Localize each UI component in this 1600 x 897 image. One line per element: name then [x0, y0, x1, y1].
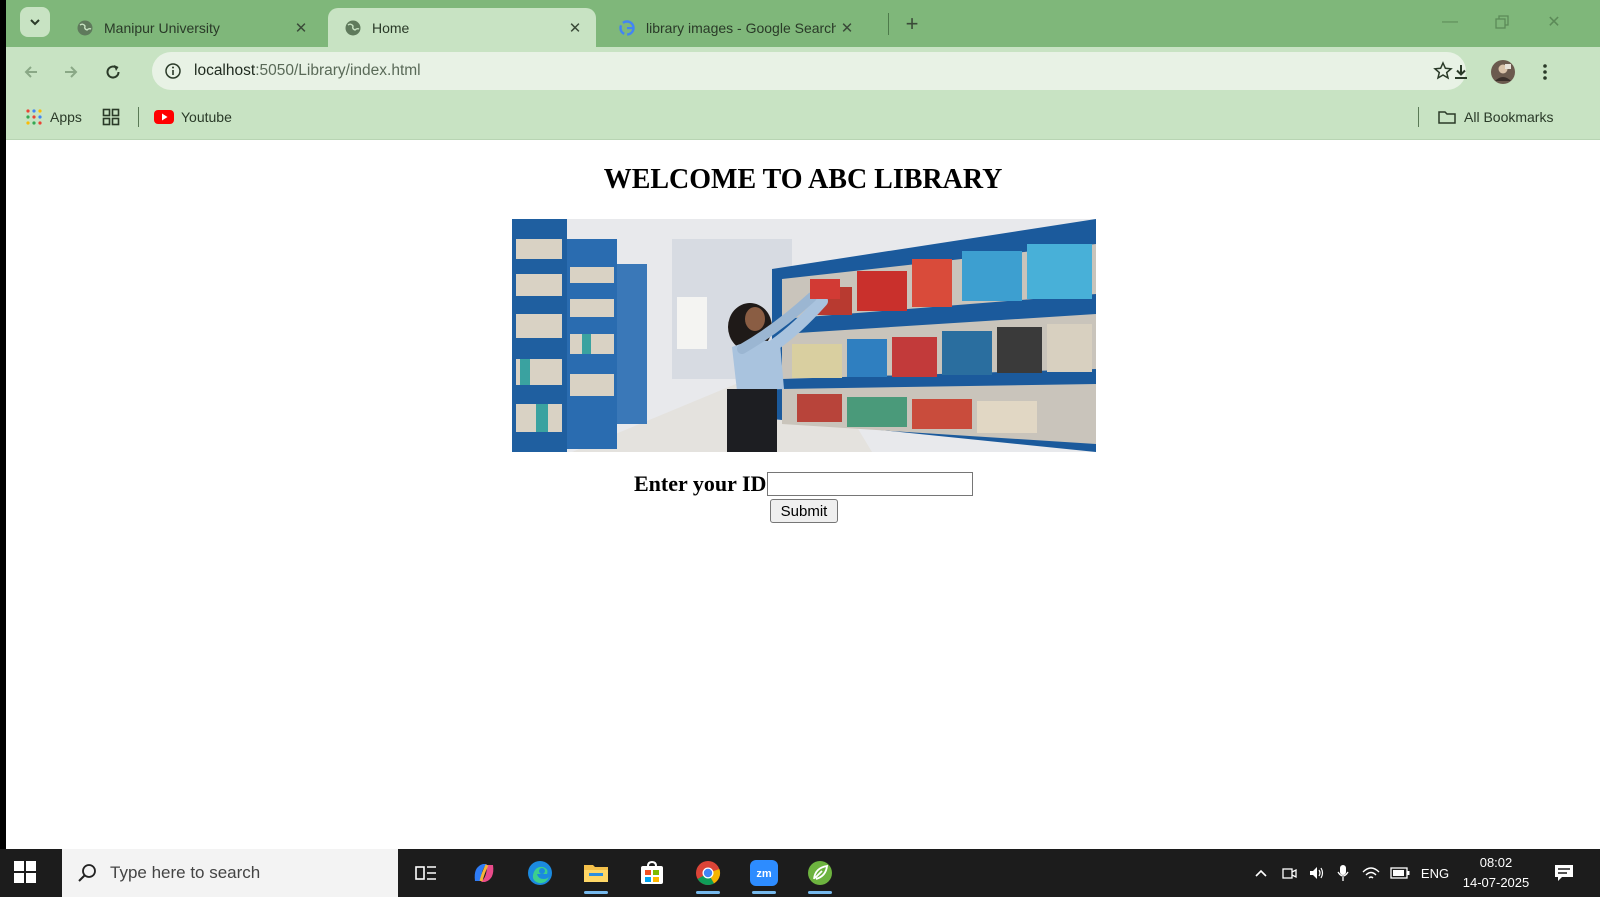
- clock[interactable]: 08:02 14-07-2025: [1455, 853, 1537, 893]
- store-icon[interactable]: [634, 856, 670, 890]
- library-photo: [512, 219, 1096, 452]
- close-tab-icon[interactable]: ✕: [564, 17, 586, 39]
- microphone-icon[interactable]: [1334, 863, 1352, 883]
- taskbar-search-box[interactable]: Type here to search: [62, 849, 398, 897]
- google-g-icon: [618, 19, 636, 37]
- url-host: localhost: [194, 62, 256, 79]
- new-tab-button[interactable]: +: [898, 10, 926, 38]
- taskbar: Type here to search zm ENG 08:02 14-07-2…: [0, 849, 1600, 897]
- notifications-icon[interactable]: [1550, 863, 1578, 883]
- tab-bar: Manipur University ✕ Home ✕ library imag…: [6, 0, 1600, 47]
- tab-manipur-university[interactable]: Manipur University ✕: [60, 8, 322, 47]
- back-icon[interactable]: [16, 57, 46, 87]
- globe-icon: [76, 19, 94, 37]
- reload-icon[interactable]: [98, 57, 128, 87]
- search-icon: [76, 862, 98, 884]
- language-indicator[interactable]: ENG: [1418, 863, 1452, 883]
- page-title: WELCOME TO ABC LIBRARY: [603, 164, 1003, 195]
- forward-icon[interactable]: [56, 57, 86, 87]
- id-input[interactable]: [767, 472, 974, 496]
- menu-kebab-icon[interactable]: [1530, 57, 1560, 87]
- tab-title: Home: [372, 19, 410, 36]
- tab-google-search[interactable]: library images - Google Search ✕: [602, 8, 868, 47]
- url-path: :5050/Library/index.html: [255, 62, 421, 79]
- globe-icon: [344, 19, 362, 37]
- running-indicator: [696, 891, 720, 894]
- running-indicator: [752, 891, 776, 894]
- screen: Manipur University ✕ Home ✕ library imag…: [0, 0, 1600, 897]
- tab-home[interactable]: Home ✕: [328, 8, 596, 47]
- show-hidden-icons-chevron-icon[interactable]: [1252, 863, 1270, 883]
- tab-divider: [888, 13, 889, 35]
- all-bookmarks-label: All Bookmarks: [1464, 109, 1554, 125]
- tab-title: Manipur University: [104, 19, 220, 36]
- svg-text:zm: zm: [756, 868, 772, 880]
- url-text: localhost:5050/Library/index.html: [194, 62, 421, 80]
- folder-icon: [1438, 111, 1456, 124]
- search-placeholder: Type here to search: [110, 863, 261, 882]
- edge-icon[interactable]: [522, 856, 558, 890]
- close-window-icon[interactable]: ✕: [1536, 8, 1572, 36]
- chrome-icon[interactable]: [690, 856, 726, 894]
- bookmark-divider: [138, 107, 139, 127]
- running-indicator: [584, 891, 608, 894]
- all-bookmarks-button[interactable]: All Bookmarks: [1438, 106, 1553, 128]
- chevron-down-icon: [30, 19, 40, 26]
- bookmarks-bar: Apps Youtube All Bookmarks: [6, 95, 1600, 140]
- browser-toolbar: localhost:5050/Library/index.html: [6, 47, 1600, 95]
- bookmark-youtube[interactable]: Youtube: [154, 106, 232, 128]
- page-viewport: WELCOME TO ABC LIBRARY Enter your ID Sub…: [6, 140, 1600, 849]
- wifi-icon[interactable]: [1360, 863, 1382, 883]
- zoom-icon[interactable]: zm: [746, 856, 782, 894]
- tab-title: library images - Google Search: [646, 19, 836, 36]
- submit-button[interactable]: Submit: [770, 499, 838, 523]
- clock-time: 08:02: [1479, 855, 1513, 870]
- tab-search-button[interactable]: [20, 7, 50, 37]
- running-indicator: [808, 891, 832, 894]
- bookmark-youtube-label: Youtube: [181, 109, 232, 125]
- restore-icon[interactable]: [1484, 8, 1520, 36]
- minimize-icon[interactable]: —: [1432, 8, 1468, 36]
- bookmark-divider: [1418, 107, 1419, 127]
- volume-icon[interactable]: [1306, 863, 1328, 883]
- download-icon[interactable]: [1446, 57, 1476, 87]
- bookmark-apps[interactable]: Apps: [26, 106, 82, 128]
- id-label: Enter your ID: [634, 471, 767, 496]
- spring-tool-icon[interactable]: [802, 856, 838, 894]
- youtube-icon: [154, 110, 174, 124]
- tab-groups-icon[interactable]: [102, 106, 120, 128]
- file-explorer-icon[interactable]: [578, 856, 614, 894]
- copilot-icon[interactable]: [466, 856, 502, 890]
- windows-start-icon[interactable]: [14, 861, 38, 885]
- address-bar[interactable]: localhost:5050/Library/index.html: [152, 52, 1466, 90]
- meet-now-icon[interactable]: [1279, 863, 1299, 883]
- id-form-row: Enter your ID: [634, 470, 974, 498]
- close-tab-icon[interactable]: ✕: [836, 17, 858, 39]
- battery-icon[interactable]: [1388, 863, 1412, 883]
- apps-grid-icon: [26, 109, 42, 125]
- clock-date: 14-07-2025: [1462, 875, 1530, 890]
- close-tab-icon[interactable]: ✕: [290, 17, 312, 39]
- profile-avatar[interactable]: [1488, 57, 1518, 87]
- task-view-icon[interactable]: [408, 856, 444, 890]
- bookmark-apps-label: Apps: [50, 109, 82, 125]
- site-info-icon[interactable]: [162, 60, 184, 82]
